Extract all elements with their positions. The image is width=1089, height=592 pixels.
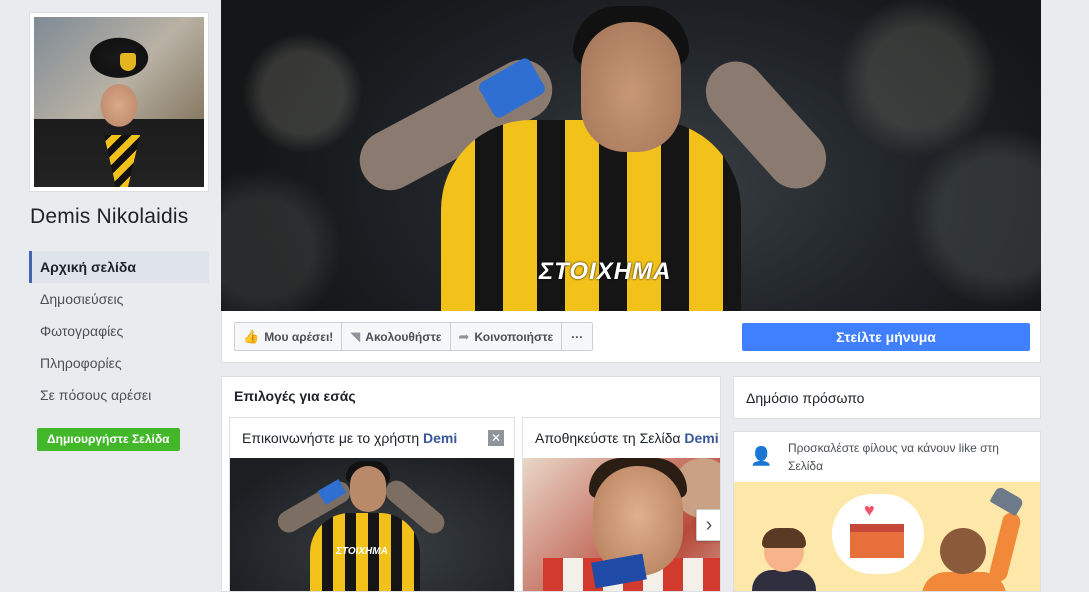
sidebar-item-posts[interactable]: Δημοσιεύσεις <box>29 283 209 315</box>
create-page-button[interactable]: Δημιουργήστε Σελίδα <box>37 428 180 451</box>
illustration-person-right-arm <box>987 510 1023 584</box>
invite-friends-link[interactable]: Προσκαλέστε φίλους να κάνουν like στη Σε… <box>788 439 1028 475</box>
send-message-button[interactable]: Στείλτε μήνυμα <box>742 323 1030 351</box>
share-button[interactable]: ➦ Κοινοποιήστε <box>451 323 563 350</box>
rss-icon: ◥ <box>350 328 361 344</box>
suggestion-card-contact[interactable]: Επικοινωνήστε με το χρήστη Demi ✕ ΣΤΟΙΧΗ… <box>229 417 515 591</box>
cap-badge <box>120 53 136 71</box>
suggestion-card-header: Αποθηκεύστε τη Σελίδα Demi <box>523 418 720 458</box>
follow-button[interactable]: ◥ Ακολουθήστε <box>342 323 451 350</box>
sidebar-item-about[interactable]: Πληροφορίες <box>29 347 209 379</box>
photo-head <box>350 466 386 512</box>
profile-photo <box>34 17 204 187</box>
suggestion-card-text: Επικοινωνήστε με το χρήστη <box>242 430 424 446</box>
illustration-person-left-body <box>752 570 816 591</box>
share-arrow-icon: ➦ <box>458 328 470 344</box>
share-label: Κοινοποιήστε <box>474 329 554 344</box>
like-button[interactable]: 👍 Μου αρέσει! <box>235 323 343 350</box>
suggestion-card-photo[interactable]: ΣΤΟΙΧΗΜΑ <box>230 458 514 591</box>
follow-label: Ακολουθήστε <box>365 329 442 344</box>
suggestion-card-save[interactable]: Αποθηκεύστε τη Σελίδα Demi <box>522 417 720 591</box>
page-action-bar: 👍 Μου αρέσει! ◥ Ακολουθήστε ➦ Κοινοποιήσ… <box>221 311 1041 363</box>
sidebar-item-photos[interactable]: Φωτογραφίες <box>29 315 209 347</box>
action-button-group: 👍 Μου αρέσει! ◥ Ακολουθήστε ➦ Κοινοποιήσ… <box>234 322 594 351</box>
suggestions-panel: Επιλογές για εσάς Επικοινωνήστε με το χρ… <box>221 376 721 592</box>
suggestion-card-page-name[interactable]: Demi <box>423 430 457 446</box>
invite-illustration: ♥ <box>734 482 1040 591</box>
cover-jersey-sponsor: ΣΤΟΙΧΗΜΑ <box>539 258 672 285</box>
sidebar-item-likes[interactable]: Σε πόσους αρέσει <box>29 379 209 411</box>
heart-icon: ♥ <box>864 500 875 520</box>
cover-photo[interactable]: ΣΤΟΙΧΗΜΑ <box>221 0 1041 311</box>
more-options-button[interactable]: ··· <box>562 323 592 350</box>
more-icon: ··· <box>571 329 584 344</box>
sidebar-item-home[interactable]: Αρχική σελίδα <box>29 251 209 283</box>
illustration-person-left-hair <box>762 528 806 548</box>
sidebar-nav: Αρχική σελίδα Δημοσιεύσεις Φωτογραφίες Π… <box>29 251 209 411</box>
thumbs-up-icon: 👍 <box>243 328 260 344</box>
illustration-hat <box>989 485 1025 517</box>
close-icon[interactable]: ✕ <box>488 430 504 446</box>
suggestion-card-photo[interactable] <box>523 458 720 591</box>
illustration-person-right-body <box>922 572 1006 591</box>
invite-friends-box: 👤 Προσκαλέστε φίλους να κάνουν like στη … <box>733 431 1041 592</box>
page-category[interactable]: Δημόσιο πρόσωπο <box>733 376 1041 419</box>
profile-picture[interactable] <box>29 12 209 192</box>
photo-jersey-sponsor: ΣΤΟΙΧΗΜΑ <box>336 546 388 557</box>
page-title[interactable]: Demis Nikolaidis <box>30 205 188 229</box>
chevron-right-icon[interactable]: › <box>696 509 720 541</box>
suggestion-card-header: Επικοινωνήστε με το χρήστη Demi ✕ <box>230 418 514 458</box>
add-friend-icon: 👤 <box>750 446 773 466</box>
cover-head <box>581 22 681 152</box>
suggestions-title: Επιλογές για εσάς <box>234 388 356 404</box>
illustration-person-right-head <box>940 528 986 574</box>
scarf <box>104 135 140 187</box>
suggestion-card-text: Αποθηκεύστε τη Σελίδα <box>535 430 685 446</box>
like-label: Μου αρέσει! <box>264 329 334 344</box>
suggestion-card-page-name[interactable]: Demi <box>684 430 718 446</box>
shop-icon <box>850 524 904 558</box>
